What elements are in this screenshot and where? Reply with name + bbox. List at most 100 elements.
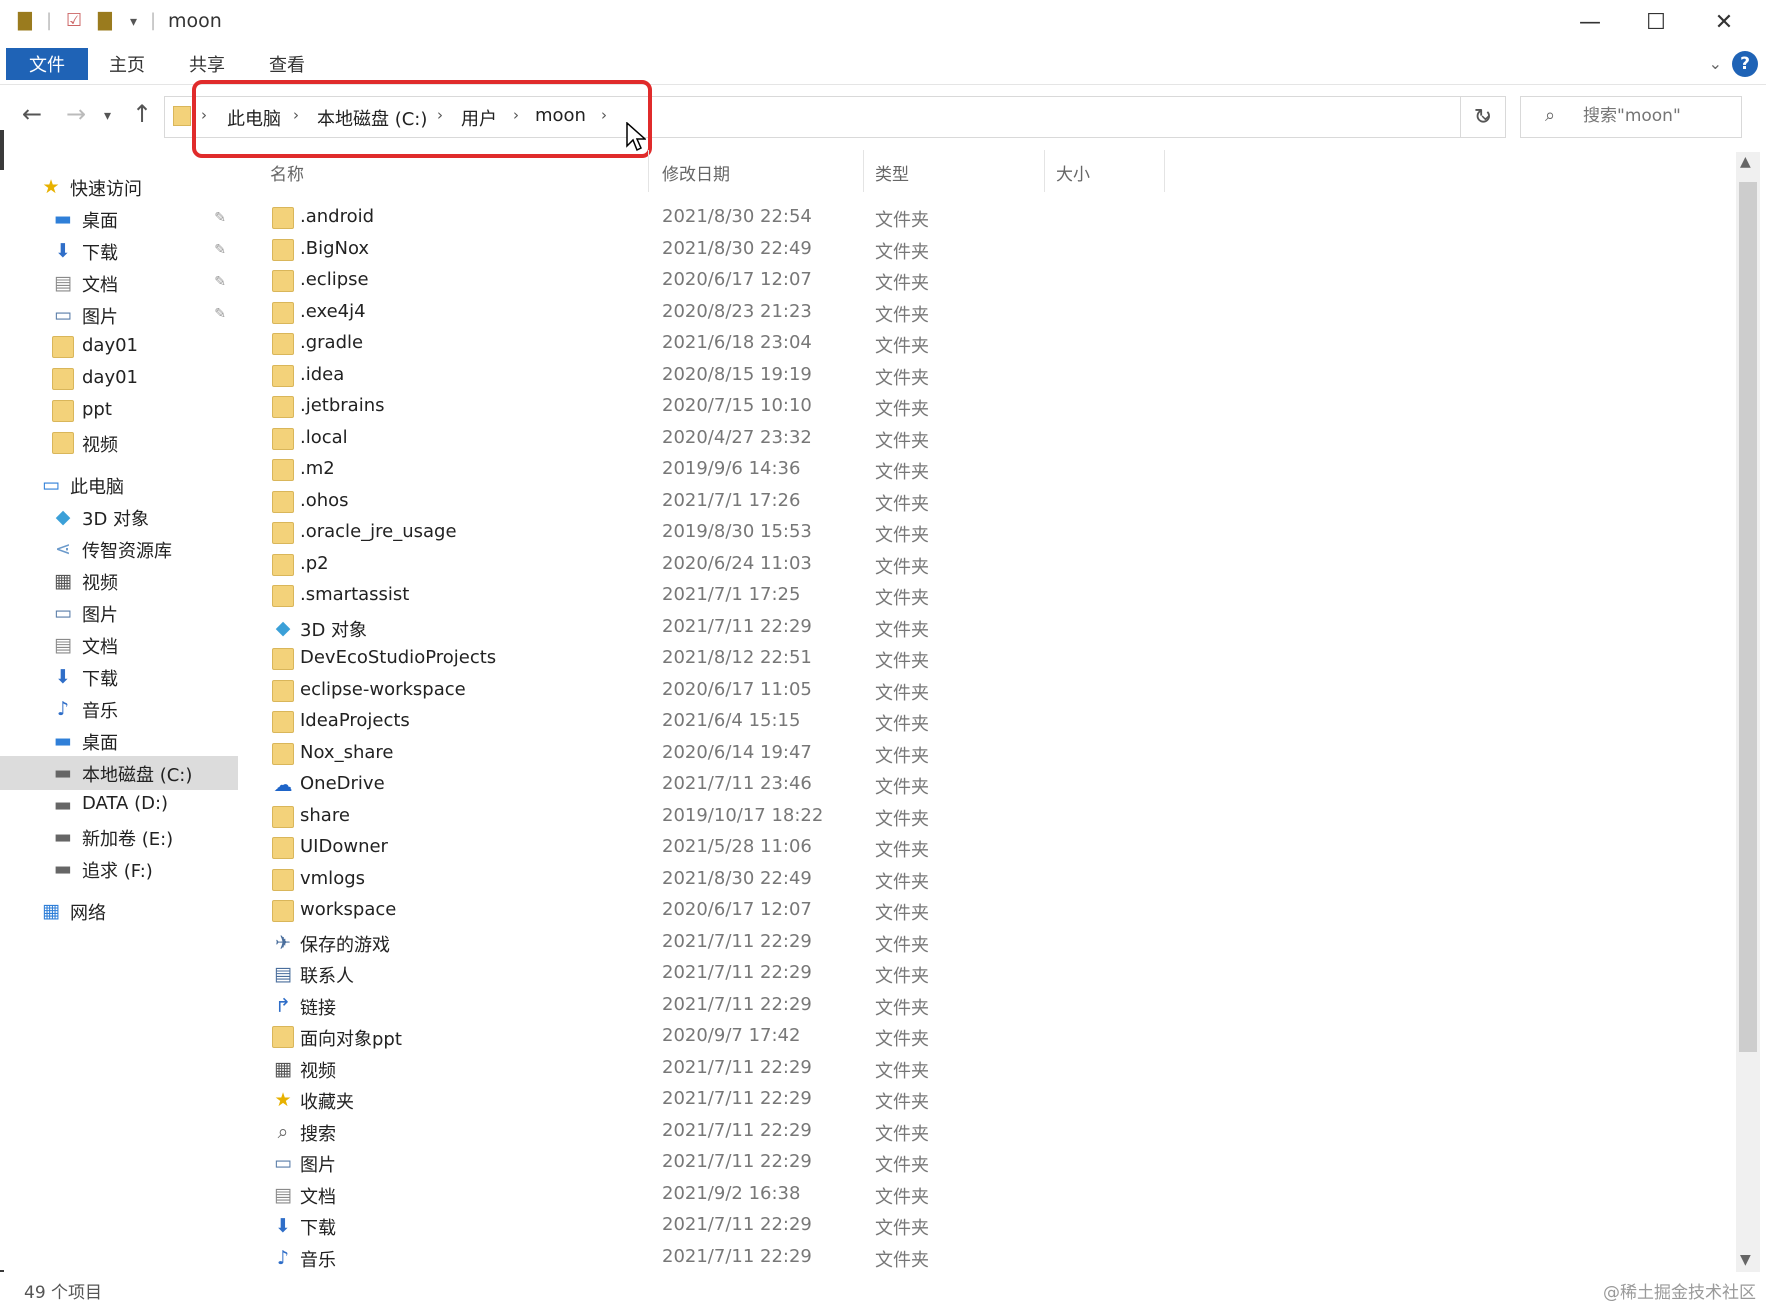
sidebar-item[interactable]: ⬇ 下载 ✎	[0, 234, 238, 268]
file-row[interactable]: workspace 2020/6/17 12:07 文件夹	[258, 895, 1558, 926]
vertical-scrollbar[interactable]: ▲ ▼	[1736, 152, 1760, 1272]
file-row[interactable]: ♪ 音乐 2021/7/11 22:29 文件夹	[258, 1242, 1558, 1273]
file-row[interactable]: ✈ 保存的游戏 2021/7/11 22:29 文件夹	[258, 927, 1558, 958]
file-row[interactable]: UIDowner 2021/5/28 11:06 文件夹	[258, 832, 1558, 863]
scrollbar-thumb[interactable]	[1739, 182, 1757, 1052]
customize-quick-access-icon[interactable]: ▾	[130, 14, 137, 30]
forward-icon[interactable]: →	[66, 100, 86, 128]
up-icon[interactable]: ↑	[132, 100, 152, 128]
file-row[interactable]: .smartassist 2021/7/1 17:25 文件夹	[258, 580, 1558, 611]
file-row[interactable]: ▤ 文档 2021/9/2 16:38 文件夹	[258, 1179, 1558, 1210]
file-name: 视频	[300, 1060, 336, 1082]
file-row[interactable]: .oracle_jre_usage 2019/8/30 15:53 文件夹	[258, 517, 1558, 548]
file-row[interactable]: .p2 2020/6/24 11:03 文件夹	[258, 549, 1558, 580]
minimize-button[interactable]: —	[1558, 4, 1622, 40]
file-row[interactable]: .m2 2019/9/6 14:36 文件夹	[258, 454, 1558, 485]
folder-icon[interactable]: ▇	[18, 10, 32, 31]
file-row[interactable]: ▭ 图片 2021/7/11 22:29 文件夹	[258, 1147, 1558, 1178]
file-row[interactable]: ⌕ 搜索 2021/7/11 22:29 文件夹	[258, 1116, 1558, 1147]
file-row[interactable]: ▤ 联系人 2021/7/11 22:29 文件夹	[258, 958, 1558, 989]
sidebar-item[interactable]: ▬ 桌面 ✎	[0, 202, 238, 236]
scroll-up-icon[interactable]: ▲	[1740, 154, 1751, 170]
sidebar-item[interactable]: ▭ 图片 ✎	[0, 298, 238, 332]
file-row[interactable]: ◆ 3D 对象 2021/7/11 22:29 文件夹	[258, 612, 1558, 643]
sidebar-item[interactable]: ppt	[0, 394, 238, 428]
document-icon: ▤	[54, 272, 72, 294]
sidebar-item[interactable]: 视频	[0, 426, 238, 460]
file-row[interactable]: eclipse-workspace 2020/6/17 11:05 文件夹	[258, 675, 1558, 706]
file-type: 文件夹	[875, 1249, 929, 1271]
maximize-button[interactable]: ☐	[1624, 4, 1688, 40]
sidebar-item[interactable]: ▬ 本地磁盘 (C:)	[0, 756, 238, 790]
file-row[interactable]: ↱ 链接 2021/7/11 22:29 文件夹	[258, 990, 1558, 1021]
properties-icon[interactable]: ☑	[66, 10, 82, 31]
tab-home[interactable]: 主页	[100, 48, 154, 80]
sidebar-item[interactable]: ◆ 3D 对象	[0, 500, 238, 534]
sidebar-item[interactable]: ▦ 网络	[0, 894, 238, 928]
sidebar-item[interactable]: ⬇ 下载	[0, 660, 238, 694]
file-row[interactable]: vmlogs 2021/8/30 22:49 文件夹	[258, 864, 1558, 895]
sidebar-item[interactable]: day01	[0, 330, 238, 364]
column-header-name[interactable]: 名称	[270, 160, 304, 185]
file-row[interactable]: .exe4j4 2020/8/23 21:23 文件夹	[258, 297, 1558, 328]
file-row[interactable]: IdeaProjects 2021/6/4 15:15 文件夹	[258, 706, 1558, 737]
file-row[interactable]: ☁ OneDrive 2021/7/11 23:46 文件夹	[258, 769, 1558, 800]
file-row[interactable]: ⬇ 下载 2021/7/11 22:29 文件夹	[258, 1210, 1558, 1241]
file-row[interactable]: .BigNox 2021/8/30 22:49 文件夹	[258, 234, 1558, 265]
file-row[interactable]: .idea 2020/8/15 19:19 文件夹	[258, 360, 1558, 391]
file-row[interactable]: .jetbrains 2020/7/15 10:10 文件夹	[258, 391, 1558, 422]
column-header-type[interactable]: 类型	[875, 160, 909, 185]
sidebar-item[interactable]: ▤ 文档	[0, 628, 238, 662]
refresh-icon[interactable]: ↻	[1460, 96, 1506, 138]
download-icon: ⬇	[275, 1215, 291, 1237]
sidebar-item[interactable]: ★ 快速访问	[0, 170, 238, 204]
file-row[interactable]: ▦ 视频 2021/7/11 22:29 文件夹	[258, 1053, 1558, 1084]
recent-locations-icon[interactable]: ▾	[104, 108, 111, 124]
pin-icon[interactable]: ✎	[214, 274, 226, 290]
file-name: 链接	[300, 997, 336, 1019]
search-input[interactable]	[1581, 105, 1735, 127]
new-folder-icon[interactable]: ▇	[98, 10, 112, 31]
column-divider[interactable]	[648, 150, 649, 192]
sidebar-item[interactable]: ▬ DATA (D:)	[0, 788, 238, 822]
file-row[interactable]: 面向对象ppt 2020/9/7 17:42 文件夹	[258, 1021, 1558, 1052]
close-button[interactable]: ✕	[1692, 4, 1756, 40]
star-icon: ★	[274, 1089, 292, 1111]
file-row[interactable]: .eclipse 2020/6/17 12:07 文件夹	[258, 265, 1558, 296]
column-divider[interactable]	[1044, 150, 1045, 192]
help-icon[interactable]: ?	[1732, 51, 1758, 77]
sidebar-item[interactable]: ▬ 追求 (F:)	[0, 852, 238, 886]
tab-file[interactable]: 文件	[6, 48, 88, 80]
back-icon[interactable]: ←	[22, 100, 42, 128]
pin-icon[interactable]: ✎	[214, 242, 226, 258]
column-divider[interactable]	[1164, 150, 1165, 192]
sidebar-item[interactable]: ⋖ 传智资源库	[0, 532, 238, 566]
search-box[interactable]: ⌕	[1520, 96, 1742, 138]
file-row[interactable]: .gradle 2021/6/18 23:04 文件夹	[258, 328, 1558, 359]
sidebar-item[interactable]: ♪ 音乐	[0, 692, 238, 726]
sidebar-item[interactable]: day01	[0, 362, 238, 396]
file-name: .smartassist	[300, 584, 410, 605]
scroll-down-icon[interactable]: ▼	[1740, 1252, 1751, 1268]
file-row[interactable]: .local 2020/4/27 23:32 文件夹	[258, 423, 1558, 454]
column-header-date[interactable]: 修改日期	[662, 160, 730, 185]
file-row[interactable]: ★ 收藏夹 2021/7/11 22:29 文件夹	[258, 1084, 1558, 1115]
tab-view[interactable]: 查看	[260, 48, 314, 80]
column-header-size[interactable]: 大小	[1056, 160, 1090, 185]
file-row[interactable]: DevEcoStudioProjects 2021/8/12 22:51 文件夹	[258, 643, 1558, 674]
file-row[interactable]: share 2019/10/17 18:22 文件夹	[258, 801, 1558, 832]
tab-share[interactable]: 共享	[180, 48, 234, 80]
file-row[interactable]: Nox_share 2020/6/14 19:47 文件夹	[258, 738, 1558, 769]
column-divider[interactable]	[863, 150, 864, 192]
file-row[interactable]: .ohos 2021/7/1 17:26 文件夹	[258, 486, 1558, 517]
sidebar-item[interactable]: ▬ 桌面	[0, 724, 238, 758]
sidebar-item[interactable]: ▤ 文档 ✎	[0, 266, 238, 300]
sidebar-item[interactable]: ▭ 此电脑	[0, 468, 238, 502]
file-row[interactable]: .android 2021/8/30 22:54 文件夹	[258, 202, 1558, 233]
sidebar-item[interactable]: ▦ 视频	[0, 564, 238, 598]
expand-ribbon-icon[interactable]: ⌄	[1709, 54, 1722, 73]
sidebar-item[interactable]: ▬ 新加卷 (E:)	[0, 820, 238, 854]
pin-icon[interactable]: ✎	[214, 306, 226, 322]
sidebar-item[interactable]: ▭ 图片	[0, 596, 238, 630]
pin-icon[interactable]: ✎	[214, 210, 226, 226]
